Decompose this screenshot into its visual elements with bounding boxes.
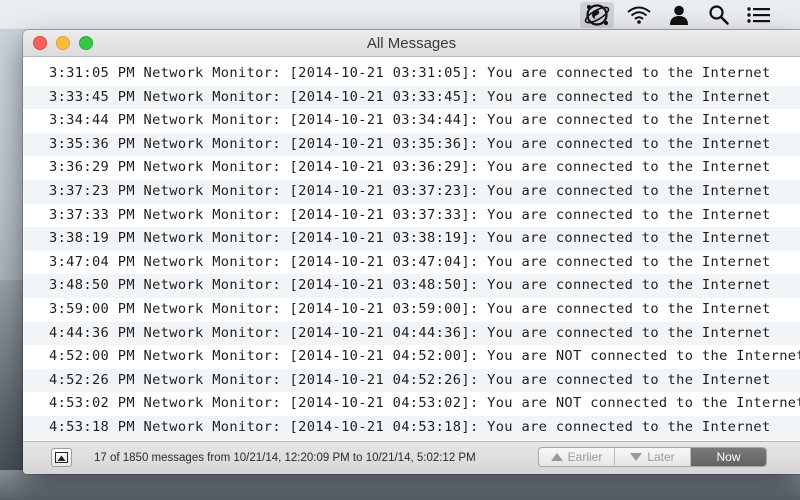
- footer-bar: 17 of 1850 messages from 10/21/14, 12:20…: [23, 441, 800, 474]
- desktop-background-bottom: [0, 470, 800, 500]
- earlier-label: Earlier: [567, 450, 603, 464]
- message-row[interactable]: 4:52:00 PM Network Monitor: [2014-10-21 …: [23, 345, 800, 369]
- down-triangle-icon: [630, 453, 643, 461]
- message-row[interactable]: 3:37:33 PM Network Monitor: [2014-10-21 …: [23, 203, 800, 228]
- up-triangle-icon: [550, 453, 563, 461]
- message-row[interactable]: 3:35:36 PM Network Monitor: [2014-10-21 …: [23, 132, 800, 157]
- search-icon[interactable]: [702, 2, 736, 28]
- message-row[interactable]: 4:44:36 PM Network Monitor: [2014-10-21 …: [23, 321, 800, 346]
- message-row[interactable]: 3:33:45 PM Network Monitor: [2014-10-21 …: [23, 85, 800, 110]
- earlier-button[interactable]: Earlier: [539, 448, 615, 466]
- share-button[interactable]: [51, 448, 72, 467]
- message-row[interactable]: 3:34:44 PM Network Monitor: [2014-10-21 …: [23, 109, 800, 133]
- later-label: Later: [647, 450, 675, 464]
- menu-bar: [0, 0, 800, 30]
- window-title: All Messages: [366, 35, 457, 52]
- message-row[interactable]: 3:38:19 PM Network Monitor: [2014-10-21 …: [23, 227, 800, 251]
- message-row[interactable]: 4:53:02 PM Network Monitor: [2014-10-21 …: [23, 392, 800, 416]
- message-row[interactable]: 3:36:29 PM Network Monitor: [2014-10-21 …: [23, 156, 800, 180]
- now-button[interactable]: Now: [691, 448, 766, 466]
- message-count-status: 17 of 1850 messages from 10/21/14, 12:20…: [94, 452, 476, 464]
- navigation-segmented-control: Earlier Later Now: [538, 447, 767, 467]
- user-icon[interactable]: [662, 2, 696, 28]
- message-row[interactable]: 4:52:26 PM Network Monitor: [2014-10-21 …: [23, 368, 800, 393]
- wifi-icon[interactable]: [622, 2, 656, 28]
- all-messages-window: All Messages 3:31:05 PM Network Monitor:…: [23, 30, 800, 474]
- message-row[interactable]: 3:48:50 PM Network Monitor: [2014-10-21 …: [23, 274, 800, 298]
- message-row[interactable]: 4:53:18 PM Network Monitor: [2014-10-21 …: [23, 415, 800, 440]
- screen-share-icon: [55, 452, 68, 463]
- title-bar[interactable]: All Messages: [23, 30, 800, 57]
- message-row[interactable]: 3:31:05 PM Network Monitor: [2014-10-21 …: [23, 62, 800, 86]
- list-icon[interactable]: [742, 2, 776, 28]
- message-row[interactable]: 3:59:00 PM Network Monitor: [2014-10-21 …: [23, 297, 800, 322]
- message-row[interactable]: 3:37:23 PM Network Monitor: [2014-10-21 …: [23, 179, 800, 204]
- later-button[interactable]: Later: [615, 448, 691, 466]
- app-globe-icon[interactable]: [580, 2, 614, 28]
- message-row[interactable]: 3:47:04 PM Network Monitor: [2014-10-21 …: [23, 250, 800, 275]
- message-list[interactable]: 3:31:05 PM Network Monitor: [2014-10-21 …: [23, 62, 800, 440]
- now-label: Now: [716, 450, 741, 464]
